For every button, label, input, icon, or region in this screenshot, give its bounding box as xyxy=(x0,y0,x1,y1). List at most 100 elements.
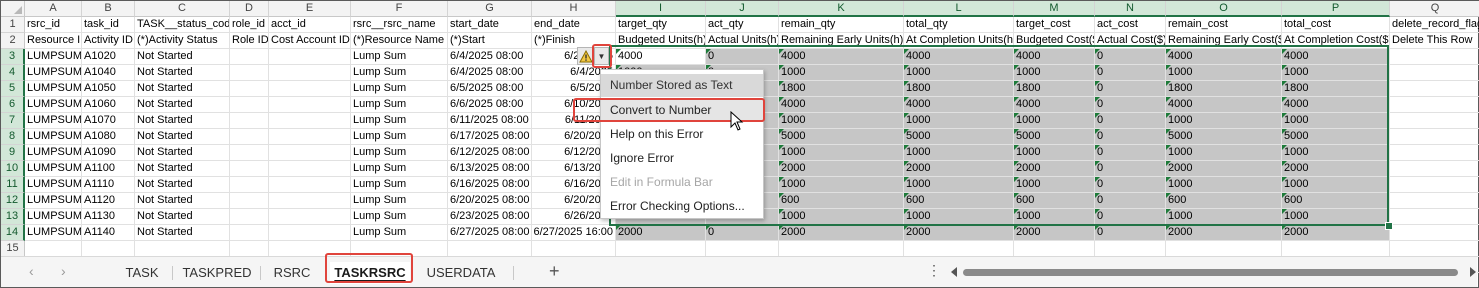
cell-o11[interactable]: 1000 xyxy=(1166,177,1282,193)
cell-q8[interactable] xyxy=(1390,129,1479,145)
cell-q13[interactable] xyxy=(1390,209,1479,225)
cell-b5[interactable]: A1050 xyxy=(82,81,135,97)
more-options-icon[interactable]: ⋮ xyxy=(927,262,941,279)
cell-o2[interactable]: Remaining Early Cost($) xyxy=(1166,33,1282,49)
cell-b4[interactable]: A1040 xyxy=(82,65,135,81)
cell-e7[interactable] xyxy=(269,113,351,129)
new-sheet-icon[interactable]: + xyxy=(549,261,560,282)
cell-o9[interactable]: 1000 xyxy=(1166,145,1282,161)
cell-c1[interactable]: TASK__status_code xyxy=(135,17,230,33)
cell-a7[interactable]: LUMPSUM xyxy=(25,113,82,129)
cell-a9[interactable]: LUMPSUM xyxy=(25,145,82,161)
cell-n6[interactable]: 0 xyxy=(1095,97,1166,113)
cell-g6[interactable]: 6/6/2025 08:00 xyxy=(448,97,532,113)
cell-o13[interactable]: 1000 xyxy=(1166,209,1282,225)
cell-d7[interactable] xyxy=(230,113,269,129)
cell-a6[interactable]: LUMPSUM xyxy=(25,97,82,113)
cell-o4[interactable]: 1000 xyxy=(1166,65,1282,81)
cell-d9[interactable] xyxy=(230,145,269,161)
cell-q10[interactable] xyxy=(1390,161,1479,177)
cell-m1[interactable]: target_cost xyxy=(1014,17,1095,33)
column-header-g[interactable]: G xyxy=(448,1,532,17)
cell-n10[interactable]: 0 xyxy=(1095,161,1166,177)
cell-d1[interactable]: role_id xyxy=(230,17,269,33)
cell-m6[interactable]: 4000 xyxy=(1014,97,1095,113)
cell-m14[interactable]: 2000 xyxy=(1014,225,1095,241)
cell-p13[interactable]: 1000 xyxy=(1282,209,1390,225)
row-header-12[interactable]: 12 xyxy=(1,193,25,209)
cell-f6[interactable]: Lump Sum xyxy=(351,97,448,113)
cell-l3[interactable]: 4000 xyxy=(904,49,1014,65)
cell-m9[interactable]: 1000 xyxy=(1014,145,1095,161)
cell-c2[interactable]: (*)Activity Status xyxy=(135,33,230,49)
row-header-6[interactable]: 6 xyxy=(1,97,25,113)
row-header-13[interactable]: 13 xyxy=(1,209,25,225)
cell-b11[interactable]: A1110 xyxy=(82,177,135,193)
cell-n3[interactable]: 0 xyxy=(1095,49,1166,65)
cell-p7[interactable]: 1000 xyxy=(1282,113,1390,129)
cell-m7[interactable]: 1000 xyxy=(1014,113,1095,129)
fill-handle[interactable] xyxy=(1385,222,1393,230)
scroll-left-icon[interactable] xyxy=(951,267,957,277)
cell-g15[interactable] xyxy=(448,241,532,257)
cell-p5[interactable]: 1800 xyxy=(1282,81,1390,97)
row-header-11[interactable]: 11 xyxy=(1,177,25,193)
column-header-a[interactable]: A xyxy=(25,1,82,17)
cell-o14[interactable]: 2000 xyxy=(1166,225,1282,241)
cell-m3[interactable]: 4000 xyxy=(1014,49,1095,65)
cell-a12[interactable]: LUMPSUM xyxy=(25,193,82,209)
cell-p11[interactable]: 1000 xyxy=(1282,177,1390,193)
column-header-b[interactable]: B xyxy=(82,1,135,17)
cell-f2[interactable]: (*)Resource Name xyxy=(351,33,448,49)
cell-k11[interactable]: 1000 xyxy=(779,177,904,193)
cell-c6[interactable]: Not Started xyxy=(135,97,230,113)
cell-o5[interactable]: 1800 xyxy=(1166,81,1282,97)
cell-c3[interactable]: Not Started xyxy=(135,49,230,65)
cell-e9[interactable] xyxy=(269,145,351,161)
cell-g13[interactable]: 6/23/2025 08:00 xyxy=(448,209,532,225)
row-header-1[interactable]: 1 xyxy=(1,17,25,33)
cell-n8[interactable]: 0 xyxy=(1095,129,1166,145)
cell-k10[interactable]: 2000 xyxy=(779,161,904,177)
row-header-9[interactable]: 9 xyxy=(1,145,25,161)
cell-l12[interactable]: 600 xyxy=(904,193,1014,209)
cell-g5[interactable]: 6/5/2025 08:00 xyxy=(448,81,532,97)
cell-l14[interactable]: 2000 xyxy=(904,225,1014,241)
cell-n9[interactable]: 0 xyxy=(1095,145,1166,161)
cell-l8[interactable]: 5000 xyxy=(904,129,1014,145)
cell-c4[interactable]: Not Started xyxy=(135,65,230,81)
cell-m2[interactable]: Budgeted Cost($) xyxy=(1014,33,1095,49)
cell-b12[interactable]: A1120 xyxy=(82,193,135,209)
column-header-l[interactable]: L xyxy=(904,1,1014,17)
cell-k1[interactable]: remain_qty xyxy=(779,17,904,33)
cell-k7[interactable]: 1000 xyxy=(779,113,904,129)
cell-e8[interactable] xyxy=(269,129,351,145)
cell-d2[interactable]: Role ID xyxy=(230,33,269,49)
sheet-tab-task[interactable]: TASK xyxy=(117,262,167,284)
cell-g7[interactable]: 6/11/2025 08:00 xyxy=(448,113,532,129)
cell-b1[interactable]: task_id xyxy=(82,17,135,33)
cell-q4[interactable] xyxy=(1390,65,1479,81)
cell-i3[interactable]: 4000 xyxy=(616,49,706,65)
cell-m5[interactable]: 1800 xyxy=(1014,81,1095,97)
cell-f1[interactable]: rsrc__rsrc_name xyxy=(351,17,448,33)
cell-n14[interactable]: 0 xyxy=(1095,225,1166,241)
cell-n13[interactable]: 0 xyxy=(1095,209,1166,225)
cell-e14[interactable] xyxy=(269,225,351,241)
cell-c8[interactable]: Not Started xyxy=(135,129,230,145)
cell-d3[interactable] xyxy=(230,49,269,65)
cell-p3[interactable]: 4000 xyxy=(1282,49,1390,65)
cell-l5[interactable]: 1800 xyxy=(904,81,1014,97)
cell-n7[interactable]: 0 xyxy=(1095,113,1166,129)
cell-q3[interactable] xyxy=(1390,49,1479,65)
cell-p2[interactable]: At Completion Cost($) xyxy=(1282,33,1390,49)
cell-n5[interactable]: 0 xyxy=(1095,81,1166,97)
scrollbar-thumb[interactable] xyxy=(963,269,1458,276)
cell-b3[interactable]: A1020 xyxy=(82,49,135,65)
cell-q14[interactable] xyxy=(1390,225,1479,241)
row-header-7[interactable]: 7 xyxy=(1,113,25,129)
cell-o1[interactable]: remain_cost xyxy=(1166,17,1282,33)
cell-g14[interactable]: 6/27/2025 08:00 xyxy=(448,225,532,241)
cell-o8[interactable]: 5000 xyxy=(1166,129,1282,145)
cell-k2[interactable]: Remaining Early Units(h) xyxy=(779,33,904,49)
